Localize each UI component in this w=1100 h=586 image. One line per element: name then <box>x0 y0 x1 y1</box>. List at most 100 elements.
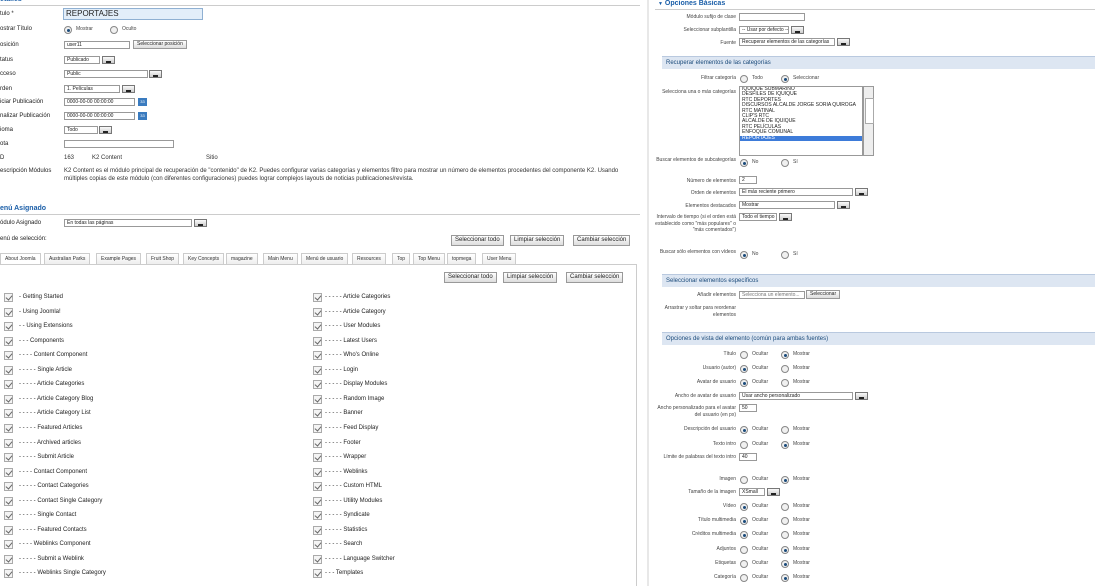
menu-item-checkbox[interactable] <box>313 438 322 448</box>
menu-item-checkbox[interactable] <box>4 365 13 375</box>
menu-item-checkbox[interactable] <box>313 380 322 390</box>
menu-item-checkbox[interactable] <box>4 293 13 302</box>
menu-item-checkbox[interactable] <box>313 351 322 361</box>
subtemplate-dropdown-icon[interactable] <box>791 26 804 34</box>
tab-australian-parks[interactable]: Australian Parks <box>44 253 91 264</box>
menu-item-checkbox[interactable] <box>4 438 13 448</box>
menu-item-checkbox[interactable] <box>313 394 322 404</box>
categories-scrollbar[interactable] <box>863 86 874 156</box>
tab-topmega[interactable]: topmega <box>447 253 477 264</box>
menu-item-checkbox[interactable] <box>313 322 322 332</box>
image-size-select[interactable]: XSmall <box>739 488 765 496</box>
attachments-hide-radio[interactable] <box>740 546 748 554</box>
menu-item-checkbox[interactable] <box>4 380 13 390</box>
start-calendar-icon[interactable]: 33 <box>138 98 147 106</box>
custom-avatar-width-input[interactable]: 50 <box>739 404 757 412</box>
basic-options-header[interactable]: ▼ Opciones Básicas <box>658 0 725 7</box>
tags-show-radio[interactable] <box>781 560 789 568</box>
image-hide-radio[interactable] <box>740 476 748 484</box>
user-description-hide-radio[interactable] <box>740 426 748 434</box>
filter-select-radio[interactable] <box>781 75 789 83</box>
menu-item-checkbox[interactable] <box>4 482 13 492</box>
language-dropdown-icon[interactable] <box>99 126 112 134</box>
media-credits-show-radio[interactable] <box>781 531 789 539</box>
menu-item-checkbox[interactable] <box>4 409 13 419</box>
tab-example-pages[interactable]: Example Pages <box>96 253 142 264</box>
tab-select-all-button[interactable]: Seleccionar todo <box>444 272 497 283</box>
menu-item-checkbox[interactable] <box>4 394 13 404</box>
menu-item-checkbox[interactable] <box>313 467 322 477</box>
menu-item-checkbox[interactable] <box>313 554 322 564</box>
image-show-radio[interactable] <box>781 476 789 484</box>
menu-item-checkbox[interactable] <box>4 569 13 579</box>
media-title-show-radio[interactable] <box>781 517 789 525</box>
menu-item-checkbox[interactable] <box>313 482 322 492</box>
menu-item-checkbox[interactable] <box>4 322 13 332</box>
start-publishing-input[interactable]: 0000-00-00 00:00:00 <box>64 98 135 106</box>
tab-fruit-shop[interactable]: Fruit Shop <box>146 253 180 264</box>
filter-all-radio[interactable] <box>740 75 748 83</box>
menu-item-checkbox[interactable] <box>313 409 322 419</box>
menu-item-checkbox[interactable] <box>4 540 13 550</box>
tab-top-menu[interactable]: Top Menu <box>413 253 445 264</box>
media-title-hide-radio[interactable] <box>740 517 748 525</box>
attachments-show-radio[interactable] <box>781 546 789 554</box>
item-title-hide-radio[interactable] <box>740 351 748 359</box>
show-title-show-radio[interactable] <box>64 26 72 34</box>
position-input[interactable]: user11 <box>64 41 130 49</box>
title-input[interactable]: REPORTAJES <box>63 8 203 20</box>
menu-item-checkbox[interactable] <box>4 511 13 521</box>
category-hide-radio[interactable] <box>740 574 748 582</box>
tab-toggle-selection-button[interactable]: Cambiar selección <box>566 272 624 283</box>
menu-item-checkbox[interactable] <box>313 453 322 463</box>
menu-item-checkbox[interactable] <box>4 307 13 317</box>
video-show-radio[interactable] <box>781 503 789 511</box>
access-select[interactable]: Public <box>64 70 148 78</box>
finish-publishing-input[interactable]: 0000-00-00 00:00:00 <box>64 112 135 120</box>
menu-item-checkbox[interactable] <box>4 496 13 506</box>
menu-item-checkbox[interactable] <box>313 293 322 302</box>
menu-item-checkbox[interactable] <box>313 423 322 433</box>
menu-item-checkbox[interactable] <box>4 453 13 463</box>
categories-listbox[interactable]: IQUIQUE SUBMARINO DESFILES DE IQUIQUE RT… <box>739 86 863 156</box>
menu-item-checkbox[interactable] <box>4 554 13 564</box>
tab-key-concepts[interactable]: Key Concepts <box>183 253 225 264</box>
tab-top[interactable]: Top <box>392 253 411 264</box>
select-all-button[interactable]: Seleccionar todo <box>451 235 504 246</box>
menu-item-checkbox[interactable] <box>313 336 322 346</box>
source-dropdown-icon[interactable] <box>837 38 850 46</box>
subtemplate-select[interactable]: -- Usar por defecto -- <box>739 26 789 34</box>
menu-item-checkbox[interactable] <box>4 351 13 361</box>
word-limit-input[interactable]: 40 <box>739 453 757 461</box>
order-dropdown-icon[interactable] <box>122 85 135 93</box>
user-author-hide-radio[interactable] <box>740 365 748 373</box>
toggle-selection-button[interactable]: Cambiar selección <box>573 235 631 246</box>
menu-item-checkbox[interactable] <box>4 336 13 346</box>
order-select[interactable]: 1. Películas <box>64 85 120 93</box>
access-dropdown-icon[interactable] <box>149 70 162 78</box>
clear-selection-button[interactable]: Limpiar selección <box>510 235 565 246</box>
media-credits-hide-radio[interactable] <box>740 531 748 539</box>
tab-user-menu-es[interactable]: Menú de usuario <box>301 253 349 264</box>
intro-text-show-radio[interactable] <box>781 441 789 449</box>
finish-calendar-icon[interactable]: 33 <box>138 112 147 120</box>
tab-magazine[interactable]: magazine <box>226 253 258 264</box>
module-assignment-select[interactable]: En todas las páginas <box>64 219 192 227</box>
user-avatar-hide-radio[interactable] <box>740 379 748 387</box>
tab-resources[interactable]: Resources <box>352 253 386 264</box>
user-avatar-show-radio[interactable] <box>781 379 789 387</box>
tab-main-menu[interactable]: Main Menu <box>263 253 298 264</box>
module-assignment-dropdown-icon[interactable] <box>194 219 207 227</box>
status-dropdown-icon[interactable] <box>102 56 115 64</box>
tab-clear-selection-button[interactable]: Limpiar selección <box>503 272 558 283</box>
menu-item-checkbox[interactable] <box>313 525 322 535</box>
menu-item-checkbox[interactable] <box>4 525 13 535</box>
category-show-radio[interactable] <box>781 574 789 582</box>
image-size-select-dropdown-icon[interactable] <box>767 488 780 496</box>
user-description-show-radio[interactable] <box>781 426 789 434</box>
source-select[interactable]: Recuperar elementos de las categorías <box>739 38 835 46</box>
class-suffix-input[interactable] <box>739 13 805 21</box>
menu-item-checkbox[interactable] <box>313 511 322 521</box>
user-author-show-radio[interactable] <box>781 365 789 373</box>
video-hide-radio[interactable] <box>740 503 748 511</box>
